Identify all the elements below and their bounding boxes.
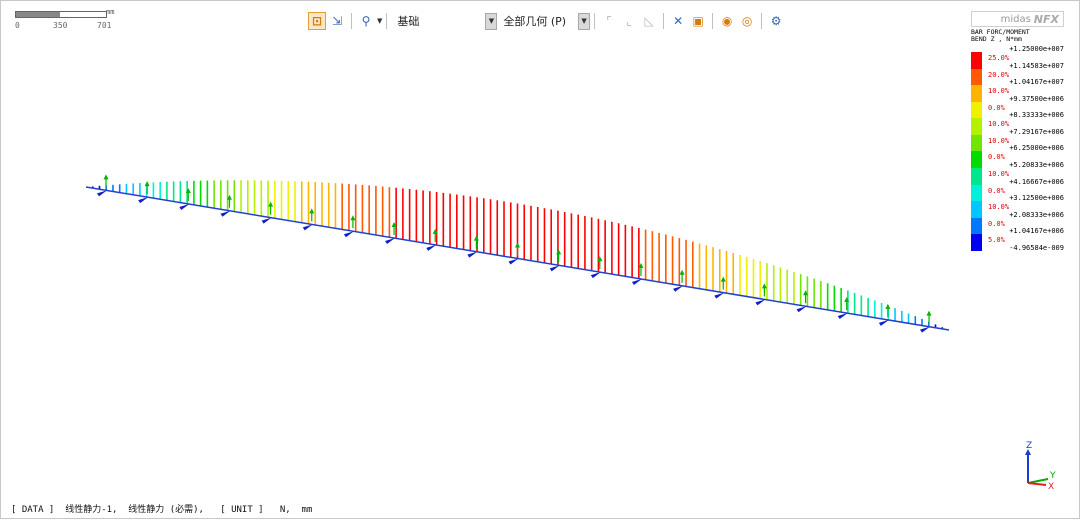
load-arrow xyxy=(679,269,685,283)
load-arrow xyxy=(144,181,150,195)
support-arrow xyxy=(302,224,313,231)
moment-diagram xyxy=(85,174,950,333)
load-arrow xyxy=(556,249,562,263)
load-arrow xyxy=(885,303,891,317)
load-arrow xyxy=(268,201,274,215)
x-axis-label: X xyxy=(1048,482,1054,491)
axis-triad: Z Y X xyxy=(1025,441,1056,491)
support-arrow xyxy=(673,285,684,292)
load-arrow xyxy=(720,276,726,290)
support-arrow xyxy=(220,210,231,217)
support-arrow xyxy=(261,217,272,224)
support-arrow xyxy=(837,313,848,320)
support-arrow xyxy=(343,231,354,238)
support-arrow xyxy=(549,265,560,272)
support-arrow xyxy=(590,272,601,279)
load-arrow xyxy=(761,283,767,297)
y-axis-label: Y xyxy=(1049,471,1056,481)
status-data-text: 线性静力-1, 线性静力 (必需), xyxy=(65,505,204,515)
support-arrow xyxy=(426,244,437,251)
load-arrow xyxy=(515,242,520,256)
support-arrow xyxy=(385,238,396,245)
status-bar: [ DATA ] 线性静力-1, 线性静力 (必需), [ UNIT ] N, … xyxy=(11,502,312,515)
load-arrow xyxy=(473,235,479,249)
support-arrow xyxy=(467,251,478,258)
model-viewport[interactable]: mm 0 350 701 ⊡ ⇲ ⚲ ▼ 基础 ▼ 全部几何 (P) ▼ ⌜ ⌞… xyxy=(0,0,1080,519)
support-arrow xyxy=(755,299,766,306)
z-axis-label: Z xyxy=(1026,441,1032,451)
status-data-tag: [ DATA ] xyxy=(11,505,55,515)
load-arrow xyxy=(103,174,109,188)
support-arrow xyxy=(508,258,519,265)
status-unit-text: N, mm xyxy=(279,505,313,515)
load-arrow xyxy=(350,215,356,229)
support-arrow xyxy=(97,190,107,197)
support-arrow xyxy=(138,197,149,204)
load-arrow xyxy=(926,310,932,324)
load-arrow xyxy=(309,208,315,222)
support-arrow xyxy=(796,306,807,313)
status-unit-tag: [ UNIT ] xyxy=(220,505,264,515)
support-arrow xyxy=(179,203,190,210)
support-arrow xyxy=(920,326,930,333)
support-arrow xyxy=(714,292,725,299)
support-arrow xyxy=(878,319,889,326)
support-arrow xyxy=(631,278,642,285)
x-axis xyxy=(1027,482,1047,486)
